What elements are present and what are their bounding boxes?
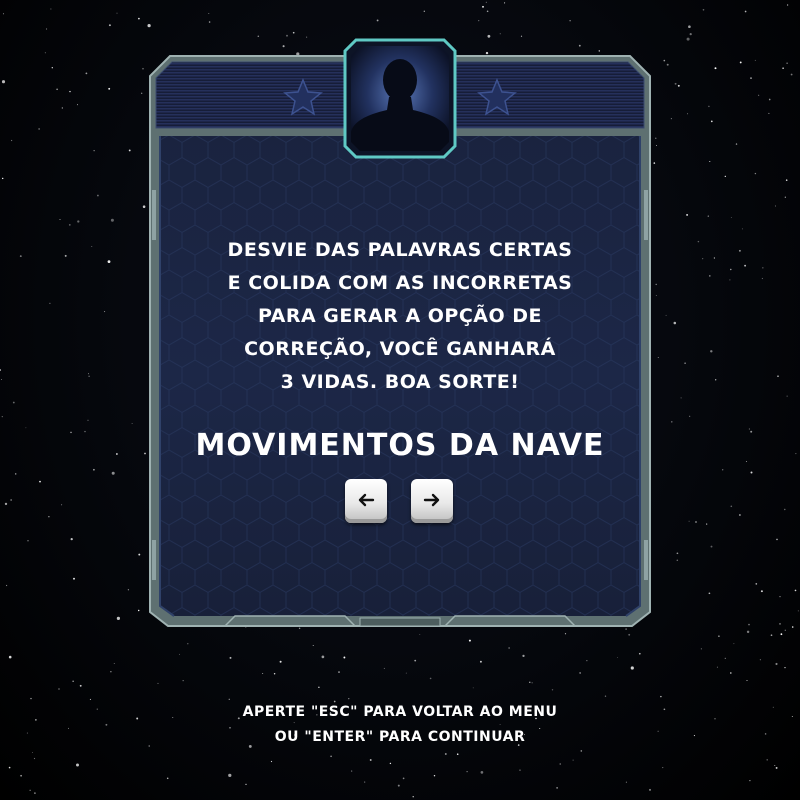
game-screen: DESVIE DAS PALAVRAS CERTAS E COLIDA COM … — [0, 0, 800, 800]
instruction-line: 3 VIDAS. BOA SORTE! — [280, 371, 520, 393]
left-key-button[interactable] — [345, 479, 387, 523]
instruction-line: PARA GERAR A OPÇÃO DE — [257, 305, 543, 327]
instruction-line: E COLIDA COM AS INCORRETAS — [227, 272, 573, 294]
instruction-line: CORREÇÃO, VOCÊ GANHARÁ — [244, 338, 556, 360]
footer-hint: APERTE "ESC" PARA VOLTAR AO MENU OU "ENT… — [100, 700, 700, 750]
avatar — [343, 38, 457, 159]
instructions-text: DESVIE DAS PALAVRAS CERTAS E COLIDA COM … — [175, 234, 625, 399]
arrow-left-icon — [358, 493, 375, 507]
footer-line: OU "ENTER" PARA CONTINUAR — [274, 729, 526, 745]
instruction-line: DESVIE DAS PALAVRAS CERTAS — [227, 239, 573, 261]
footer-line: APERTE "ESC" PARA VOLTAR AO MENU — [242, 704, 558, 720]
right-key-button[interactable] — [411, 479, 453, 523]
moves-title: MOVIMENTOS DA NAVE — [195, 428, 605, 463]
arrow-right-icon — [423, 493, 440, 507]
instruction-panel — [149, 38, 651, 627]
